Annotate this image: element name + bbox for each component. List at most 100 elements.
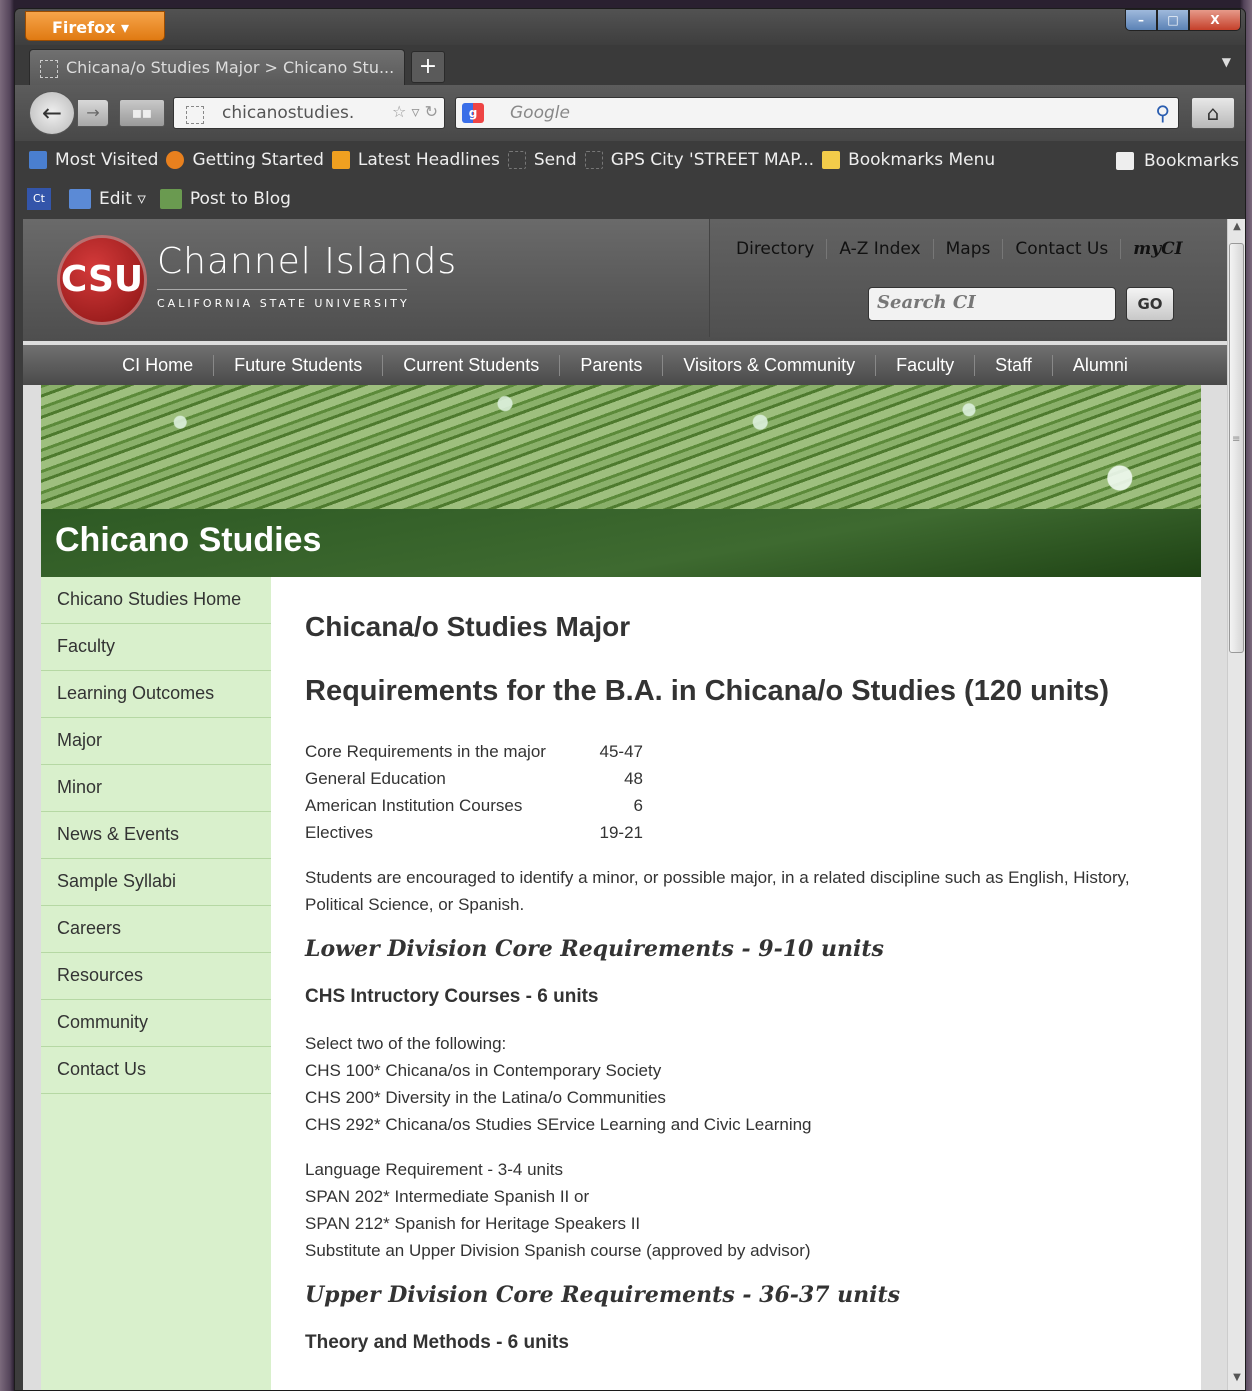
tab-bar: Chicana/o Studies Major > Chicano Stu...… (15, 45, 1245, 85)
ct-addon-icon[interactable]: Ct (27, 188, 51, 210)
sidebar-item-major[interactable]: Major (41, 718, 271, 765)
units-table: Core Requirements in the major 45-47 Gene… (305, 738, 1185, 846)
units-row: Core Requirements in the major 45-47 (305, 742, 643, 761)
upper-division-heading: Upper Division Core Requirements - 36-37… (305, 1282, 901, 1308)
bookmark-most-visited[interactable]: Most Visited (29, 150, 158, 170)
sidebar-item-faculty[interactable]: Faculty (41, 624, 271, 671)
util-directory[interactable]: Directory (724, 239, 828, 259)
util-az-index[interactable]: A-Z Index (827, 239, 934, 259)
rss-icon (331, 151, 350, 169)
section-title-strip: Chicano Studies (41, 509, 1201, 577)
nav-ci-home[interactable]: CI Home (102, 354, 215, 376)
forward-button[interactable]: → (77, 99, 109, 127)
sidebar-item-home[interactable]: Chicano Studies Home (41, 577, 271, 624)
util-mycl[interactable]: myCI (1121, 239, 1194, 259)
title-bar: Firefox ▾ – □ X (15, 9, 1245, 45)
list-item: Substitute an Upper Division Spanish cou… (305, 1241, 811, 1260)
list-item: Language Requirement - 3-4 units (305, 1160, 563, 1179)
sidebar-item-careers[interactable]: Careers (41, 906, 271, 953)
bookmarks-toolbar: Most Visited Getting Started Latest Head… (15, 141, 1245, 179)
main-navigation: CI Home Future Students Current Students… (23, 345, 1227, 385)
bookmark-bookmarks-menu[interactable]: Bookmarks Menu (822, 150, 995, 170)
nav-staff[interactable]: Staff (975, 354, 1053, 376)
scrollbar-grip-icon: ≡ (1232, 434, 1241, 445)
close-button[interactable]: X (1189, 9, 1241, 31)
search-bar[interactable]: g Google ⚲ (455, 97, 1179, 129)
list-item: SPAN 202* Intermediate Spanish II or (305, 1187, 590, 1206)
page-icon (507, 151, 526, 169)
sidebar-item-sample-syllabi[interactable]: Sample Syllabi (41, 859, 271, 906)
site-search-input[interactable]: Search CI (868, 287, 1116, 321)
nav-alumni[interactable]: Alumni (1053, 355, 1148, 376)
main-content: Chicana/o Studies Major Requirements for… (305, 577, 1185, 1354)
maximize-button[interactable]: □ (1157, 9, 1189, 31)
post-to-blog-button[interactable]: Post to Blog (159, 189, 291, 209)
util-maps[interactable]: Maps (934, 239, 1004, 259)
search-placeholder: Google (510, 103, 570, 123)
utility-links: Directory A-Z Index Maps Contact Us myCI (724, 239, 1195, 259)
sidebar-item-community[interactable]: Community (41, 1000, 271, 1047)
vertical-scrollbar[interactable]: ▲ ≡ ▼ (1227, 219, 1245, 1390)
units-row: General Education 48 (305, 769, 643, 788)
brand-divider (157, 289, 407, 290)
tab-title: Chicana/o Studies Major > Chicano Stu... (66, 58, 395, 77)
sidebar-nav: Chicano Studies Home Faculty Learning Ou… (41, 577, 271, 1390)
scroll-up-icon[interactable]: ▲ (1230, 221, 1244, 239)
edit-menu[interactable]: Edit ▿ (69, 189, 146, 209)
nav-future-students[interactable]: Future Students (214, 354, 384, 376)
lower-division-heading: Lower Division Core Requirements - 9-10 … (305, 936, 884, 962)
site-header: CSU Channel Islands CALIFORNIA STATE UNI… (23, 219, 1227, 341)
bookmarks-star-icon (1116, 152, 1135, 170)
bookmark-send[interactable]: Send (507, 150, 577, 170)
theory-methods-heading: Theory and Methods - 6 units (305, 1332, 569, 1353)
sidebar-item-learning-outcomes[interactable]: Learning Outcomes (41, 671, 271, 718)
url-text: chicanostudies. (222, 103, 355, 123)
brand-subtitle: CALIFORNIA STATE UNIVERSITY (157, 297, 410, 310)
nav-visitors-community[interactable]: Visitors & Community (663, 354, 877, 376)
encourage-paragraph: Students are encouraged to identify a mi… (305, 868, 1130, 914)
window-controls: – □ X (1125, 9, 1241, 31)
nav-current-students[interactable]: Current Students (383, 354, 561, 376)
tab-list-icon[interactable]: ▼ (1222, 55, 1231, 69)
chs-courses-heading: CHS Intructory Courses - 6 units (305, 986, 599, 1007)
folder-icon (822, 151, 841, 169)
sidebar-item-minor[interactable]: Minor (41, 765, 271, 812)
nav-faculty[interactable]: Faculty (876, 354, 976, 376)
units-row: Electives 19-21 (305, 823, 643, 842)
tab-active[interactable]: Chicana/o Studies Major > Chicano Stu... (29, 49, 405, 85)
bookmark-latest-headlines[interactable]: Latest Headlines (331, 150, 500, 170)
scroll-down-icon[interactable]: ▼ (1230, 1372, 1244, 1390)
util-contact-us[interactable]: Contact Us (1003, 239, 1122, 259)
url-favicon-icon (186, 106, 204, 124)
site-identity-icon[interactable]: ◼◼ (119, 99, 165, 127)
sidebar-item-contact-us[interactable]: Contact Us (41, 1047, 271, 1094)
list-item: CHS 200* Diversity in the Latina/o Commu… (305, 1088, 666, 1107)
new-tab-button[interactable]: + (411, 51, 445, 83)
utility-box: Directory A-Z Index Maps Contact Us myCI… (709, 219, 1227, 337)
sidebar-item-news-events[interactable]: News & Events (41, 812, 271, 859)
bookmark-gps-city[interactable]: GPS City 'STREET MAP... (584, 150, 814, 170)
search-icon[interactable]: ⚲ (1155, 101, 1170, 125)
list-item: Select two of the following: (305, 1034, 507, 1053)
firefox-menu-button[interactable]: Firefox ▾ (25, 11, 165, 41)
nav-parents[interactable]: Parents (560, 354, 664, 376)
back-button[interactable]: ← (29, 91, 75, 135)
bookmarks-button[interactable]: Bookmarks (1116, 151, 1239, 171)
url-tools-icon[interactable]: ☆ ▿ ↻ (392, 102, 438, 121)
url-bar[interactable]: chicanostudies. ☆ ▿ ↻ (173, 97, 445, 129)
bookmark-getting-started[interactable]: Getting Started (166, 150, 324, 170)
blog-icon (159, 189, 182, 209)
google-icon[interactable]: g (462, 103, 484, 123)
page-viewport: CSU Channel Islands CALIFORNIA STATE UNI… (23, 219, 1227, 1390)
csu-logo[interactable]: CSU (57, 235, 147, 325)
home-button[interactable]: ⌂ (1191, 97, 1235, 129)
minimize-button[interactable]: – (1125, 9, 1157, 31)
page-subtitle: Requirements for the B.A. in Chicana/o S… (305, 675, 1110, 707)
site-search-go-button[interactable]: GO (1126, 287, 1174, 321)
section-title: Chicano Studies (55, 521, 322, 559)
units-row: American Institution Courses 6 (305, 796, 643, 815)
sidebar-item-resources[interactable]: Resources (41, 953, 271, 1000)
page-icon (584, 151, 603, 169)
scrollbar-thumb[interactable] (1229, 243, 1244, 653)
page-title: Chicana/o Studies Major (305, 611, 631, 642)
